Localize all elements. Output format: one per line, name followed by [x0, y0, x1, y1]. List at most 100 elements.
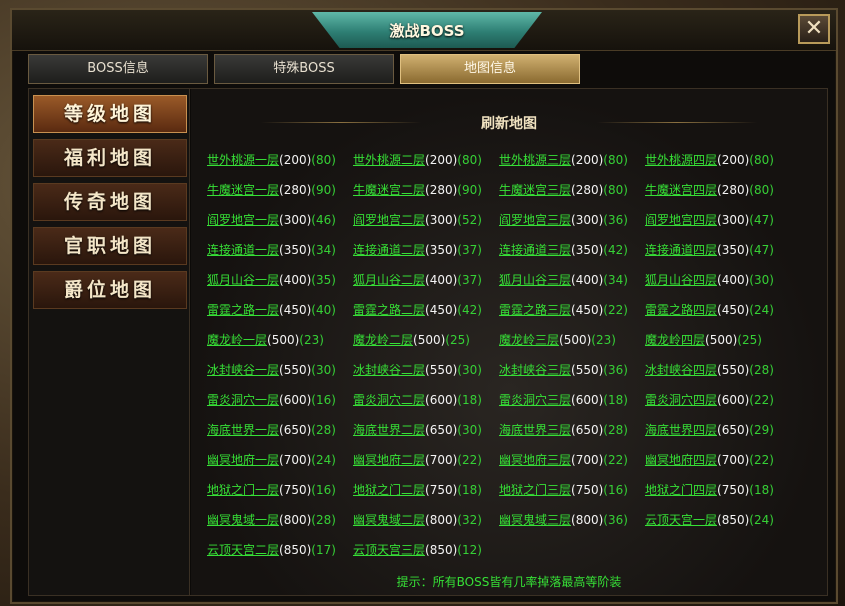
map-name-link[interactable]: 海底世界一层	[207, 423, 279, 437]
map-entry: 幽冥地府二层(700)(22)	[353, 452, 482, 468]
map-name-link[interactable]: 冰封峡谷二层	[353, 363, 425, 377]
map-name-link[interactable]: 阎罗地宫一层	[207, 213, 279, 227]
map-entry: 云顶天宫一层(850)(24)	[645, 512, 774, 528]
tab-boss-info[interactable]: BOSS信息	[28, 54, 208, 84]
map-name-link[interactable]: 幽冥鬼域二层	[353, 513, 425, 527]
map-name-link[interactable]: 海底世界四层	[645, 423, 717, 437]
map-level: (400)	[279, 273, 312, 287]
map-level: (650)	[717, 423, 750, 437]
map-name-link[interactable]: 牛魔迷宫四层	[645, 183, 717, 197]
tab-map-info[interactable]: 地图信息	[400, 54, 580, 84]
map-name-link[interactable]: 世外桃源二层	[353, 153, 425, 167]
map-level: (600)	[425, 393, 458, 407]
map-name-link[interactable]: 魔龙岭三层	[499, 333, 559, 347]
map-name-link[interactable]: 地狱之门三层	[499, 483, 571, 497]
map-name-link[interactable]: 狐月山谷二层	[353, 273, 425, 287]
map-name-link[interactable]: 牛魔迷宫二层	[353, 183, 425, 197]
map-level: (280)	[717, 183, 750, 197]
map-name-link[interactable]: 阎罗地宫三层	[499, 213, 571, 227]
map-name-link[interactable]: 阎罗地宫四层	[645, 213, 717, 227]
boss-count: (22)	[603, 303, 628, 317]
map-name-link[interactable]: 雷霆之路一层	[207, 303, 279, 317]
boss-count: (42)	[457, 303, 482, 317]
map-level: (600)	[279, 393, 312, 407]
map-level: (600)	[717, 393, 750, 407]
map-name-link[interactable]: 冰封峡谷四层	[645, 363, 717, 377]
map-name-link[interactable]: 牛魔迷宫三层	[499, 183, 571, 197]
content-panel: 等级地图 福利地图 传奇地图 官职地图 爵位地图 刷新地图 世外桃源一层(200…	[28, 88, 828, 596]
sidebar-item-legend-maps[interactable]: 传奇地图	[33, 183, 187, 221]
map-name-link[interactable]: 冰封峡谷一层	[207, 363, 279, 377]
map-entry: 冰封峡谷四层(550)(28)	[645, 362, 774, 378]
map-name-link[interactable]: 地狱之门二层	[353, 483, 425, 497]
boss-count: (22)	[749, 393, 774, 407]
sidebar-item-level-maps[interactable]: 等级地图	[33, 95, 187, 133]
map-name-link[interactable]: 世外桃源一层	[207, 153, 279, 167]
boss-count: (24)	[749, 303, 774, 317]
map-name-link[interactable]: 云顶天宫三层	[353, 543, 425, 557]
map-name-link[interactable]: 狐月山谷三层	[499, 273, 571, 287]
map-level: (450)	[425, 303, 458, 317]
map-name-link[interactable]: 海底世界三层	[499, 423, 571, 437]
boss-count: (36)	[603, 513, 628, 527]
map-name-link[interactable]: 幽冥地府四层	[645, 453, 717, 467]
map-name-link[interactable]: 魔龙岭一层	[207, 333, 267, 347]
map-name-link[interactable]: 海底世界二层	[353, 423, 425, 437]
tab-special-boss[interactable]: 特殊BOSS	[214, 54, 394, 84]
map-name-link[interactable]: 连接通道四层	[645, 243, 717, 257]
sidebar: 等级地图 福利地图 传奇地图 官职地图 爵位地图	[29, 89, 190, 595]
map-entry: 连接通道一层(350)(34)	[207, 242, 336, 258]
map-name-link[interactable]: 雷炎洞穴三层	[499, 393, 571, 407]
map-level: (450)	[279, 303, 312, 317]
map-name-link[interactable]: 冰封峡谷三层	[499, 363, 571, 377]
map-level: (550)	[717, 363, 750, 377]
map-entry: 地狱之门四层(750)(18)	[645, 482, 774, 498]
map-name-link[interactable]: 幽冥地府二层	[353, 453, 425, 467]
map-entry: 狐月山谷二层(400)(37)	[353, 272, 482, 288]
map-name-link[interactable]: 阎罗地宫二层	[353, 213, 425, 227]
close-button[interactable]: ✕	[798, 14, 830, 44]
title-bar: 激战BOSS ✕	[12, 10, 836, 51]
map-name-link[interactable]: 地狱之门一层	[207, 483, 279, 497]
sidebar-item-welfare-maps[interactable]: 福利地图	[33, 139, 187, 177]
sidebar-item-peerage-maps[interactable]: 爵位地图	[33, 271, 187, 309]
map-name-link[interactable]: 雷霆之路二层	[353, 303, 425, 317]
boss-count: (47)	[749, 213, 774, 227]
map-name-link[interactable]: 狐月山谷一层	[207, 273, 279, 287]
map-name-link[interactable]: 雷炎洞穴二层	[353, 393, 425, 407]
map-name-link[interactable]: 幽冥鬼域三层	[499, 513, 571, 527]
boss-count: (32)	[457, 513, 482, 527]
boss-count: (23)	[591, 333, 616, 347]
map-name-link[interactable]: 幽冥地府三层	[499, 453, 571, 467]
map-level: (750)	[279, 483, 312, 497]
boss-count: (22)	[603, 453, 628, 467]
map-entry: 雷炎洞穴二层(600)(18)	[353, 392, 482, 408]
map-name-link[interactable]: 雷霆之路三层	[499, 303, 571, 317]
boss-count: (40)	[311, 303, 336, 317]
map-name-link[interactable]: 魔龙岭二层	[353, 333, 413, 347]
map-entry: 魔龙岭一层(500)(23)	[207, 332, 324, 348]
map-level: (300)	[717, 213, 750, 227]
map-name-link[interactable]: 云顶天宫二层	[207, 543, 279, 557]
map-name-link[interactable]: 狐月山谷四层	[645, 273, 717, 287]
map-entry: 云顶天宫二层(850)(17)	[207, 542, 336, 558]
sidebar-item-office-maps[interactable]: 官职地图	[33, 227, 187, 265]
map-name-link[interactable]: 牛魔迷宫一层	[207, 183, 279, 197]
map-name-link[interactable]: 连接通道三层	[499, 243, 571, 257]
map-name-link[interactable]: 幽冥鬼域一层	[207, 513, 279, 527]
map-name-link[interactable]: 世外桃源四层	[645, 153, 717, 167]
map-name-link[interactable]: 地狱之门四层	[645, 483, 717, 497]
map-entry: 冰封峡谷一层(550)(30)	[207, 362, 336, 378]
map-name-link[interactable]: 世外桃源三层	[499, 153, 571, 167]
map-name-link[interactable]: 雷炎洞穴一层	[207, 393, 279, 407]
map-entry: 世外桃源二层(200)(80)	[353, 152, 482, 168]
map-name-link[interactable]: 幽冥地府一层	[207, 453, 279, 467]
map-name-link[interactable]: 云顶天宫一层	[645, 513, 717, 527]
map-name-link[interactable]: 魔龙岭四层	[645, 333, 705, 347]
map-entry: 魔龙岭四层(500)(25)	[645, 332, 762, 348]
map-entry: 牛魔迷宫一层(280)(90)	[207, 182, 336, 198]
map-name-link[interactable]: 雷霆之路四层	[645, 303, 717, 317]
map-name-link[interactable]: 雷炎洞穴四层	[645, 393, 717, 407]
map-name-link[interactable]: 连接通道一层	[207, 243, 279, 257]
map-name-link[interactable]: 连接通道二层	[353, 243, 425, 257]
